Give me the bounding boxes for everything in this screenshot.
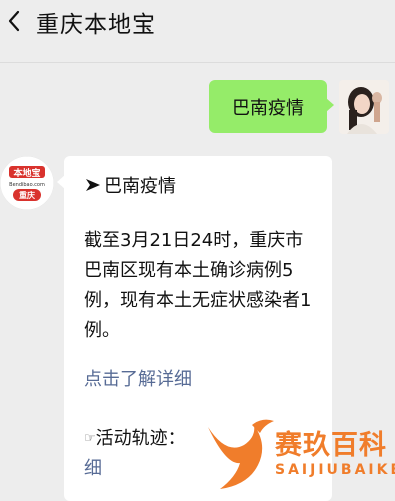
chevron-left-icon[interactable] <box>6 9 22 33</box>
activity-track-label: 活动轨迹： <box>95 428 186 449</box>
details-link[interactable]: 点击了解详细 <box>84 365 192 391</box>
svg-text:重庆: 重庆 <box>19 190 35 200</box>
header-divider <box>0 62 395 63</box>
bendibao-logo-icon: 本地宝 Bendibao.com 重庆 <box>0 156 54 210</box>
watermark-text: 赛玖百科 <box>275 430 387 461</box>
message-body: 截至3月21日24时，重庆市巴南区现有本土确诊病例5例，现有本土无症状感染者1例… <box>84 230 312 341</box>
sent-message-bubble[interactable]: 巴南疫情 <box>209 80 327 133</box>
user-avatar-image <box>339 80 389 134</box>
message-heading: 巴南疫情 <box>84 172 176 198</box>
watermark-subtext: SAIJIUBAIKE <box>275 462 395 478</box>
message-heading-text: 巴南疫情 <box>104 176 176 197</box>
svg-text:Bendibao.com: Bendibao.com <box>9 182 45 188</box>
pointing-hand-icon: ☞ <box>84 431 96 446</box>
bendibao-avatar[interactable]: 本地宝 Bendibao.com 重庆 <box>0 156 54 210</box>
sent-bubble-tail <box>326 98 334 112</box>
user-avatar[interactable] <box>339 80 389 134</box>
activity-track-link[interactable]: 细 <box>84 458 102 479</box>
chat-header: 重庆本地宝 <box>0 0 395 46</box>
chat-title: 重庆本地宝 <box>36 12 156 38</box>
svg-text:本地宝: 本地宝 <box>13 167 40 179</box>
arrow-right-icon <box>86 179 100 191</box>
